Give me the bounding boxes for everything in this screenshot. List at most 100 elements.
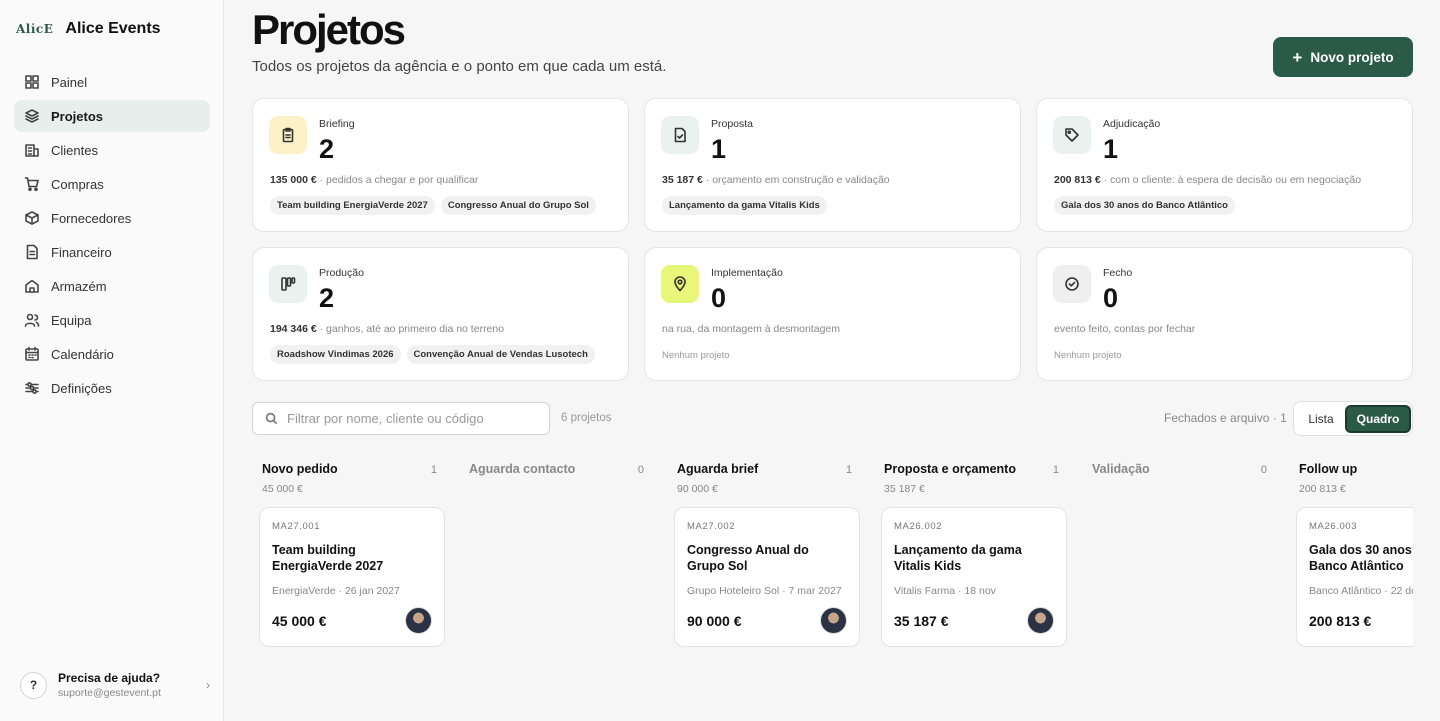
stage-tags: Team building EnergiaVerde 2027 Congress…	[270, 196, 596, 215]
column-title: Proposta e orçamento	[884, 462, 1016, 476]
column-title: Validação	[1092, 462, 1150, 476]
board-column: Proposta e orçamento 1 35 187 € MA26.002…	[874, 462, 1067, 647]
stage-description: na rua, da montagem à desmontagem	[662, 323, 841, 335]
stage-label: Fecho	[1103, 267, 1133, 279]
stage-label: Produção	[319, 267, 364, 279]
stage-tags: Lançamento da gama Vitalis Kids	[662, 196, 827, 215]
help-box[interactable]: ? Precisa de ajuda? suporte@gestevent.pt…	[20, 671, 210, 699]
stage-count: 2	[319, 283, 335, 313]
check-circle-icon	[1053, 265, 1091, 303]
document-icon	[26, 244, 38, 260]
sidebar-nav: Painel Projetos Clientes Compras Fornece…	[14, 66, 210, 406]
column-count: 1	[845, 464, 852, 476]
project-code: MA26.002	[894, 521, 943, 532]
stage-desc-text: · ganhos, até ao primeiro dia no terreno	[316, 323, 505, 335]
stage-description: evento feito, contas por fechar	[1054, 323, 1196, 335]
stage-label: Adjudicação	[1103, 118, 1161, 130]
project-card[interactable]: MA27.002 Congresso Anual do Grupo Sol Gr…	[674, 507, 860, 647]
column-header: Aguarda brief 1	[667, 462, 857, 476]
board-column: Aguarda contacto 0	[459, 462, 649, 497]
project-tag[interactable]: Congresso Anual do Grupo Sol	[440, 196, 596, 215]
help-email: suporte@gestevent.pt	[58, 687, 161, 699]
new-project-button[interactable]: + Novo projeto	[1273, 37, 1413, 77]
column-total	[1082, 483, 1272, 497]
stage-card-fecho[interactable]: Fecho 0 evento feito, contas por fechar …	[1036, 247, 1413, 381]
project-value: 200 813 €	[1309, 612, 1372, 629]
project-card[interactable]: MA27.001 Team building EnergiaVerde 2027…	[259, 507, 445, 647]
board-column: Novo pedido 1 45 000 € MA27.001 Team bui…	[252, 462, 445, 647]
sidebar-item-projetos[interactable]: Projetos	[14, 100, 210, 132]
avatar[interactable]	[405, 607, 432, 634]
page-title: Projetos	[252, 6, 406, 53]
project-count: 6 projetos	[561, 412, 612, 424]
view-board-button[interactable]: Quadro	[1345, 405, 1411, 433]
search-input[interactable]	[287, 411, 537, 426]
brand[interactable]: Ali̇cE Alice Events	[16, 20, 161, 38]
project-value: 90 000 €	[687, 612, 742, 629]
stage-count: 1	[1103, 134, 1119, 164]
project-card[interactable]: MA26.002 Lançamento da gama Vitalis Kids…	[881, 507, 1067, 647]
column-header: Follow up	[1289, 462, 1413, 476]
stage-amount: 35 187 €	[662, 174, 703, 186]
stage-amount: 200 813 €	[1054, 174, 1101, 186]
new-project-label: Novo projeto	[1310, 49, 1394, 65]
stage-description: 194 346 € · ganhos, até ao primeiro dia …	[270, 323, 504, 335]
help-icon: ?	[20, 671, 47, 699]
sidebar-item-armazem[interactable]: Armazém	[14, 270, 210, 302]
stage-card-proposta[interactable]: Proposta 1 35 187 € · orçamento em const…	[644, 98, 1021, 232]
page-subtitle: Todos os projetos da agência e o ponto e…	[252, 58, 667, 75]
avatar[interactable]	[820, 607, 847, 634]
sidebar-item-compras[interactable]: Compras	[14, 168, 210, 200]
column-header: Novo pedido 1	[252, 462, 442, 476]
project-footer: 90 000 €	[687, 607, 847, 634]
cart-icon	[24, 177, 39, 192]
project-tag[interactable]: Team building EnergiaVerde 2027	[270, 196, 435, 215]
sidebar-item-label: Painel	[51, 74, 88, 90]
project-code: MA27.001	[272, 521, 321, 532]
stage-description: 35 187 € · orçamento em construção e val…	[662, 174, 890, 186]
help-title: Precisa de ajuda?	[58, 671, 161, 685]
sidebar-item-fornecedores[interactable]: Fornecedores	[14, 202, 210, 234]
stage-count: 0	[1103, 283, 1119, 313]
stage-card-adjudicacao[interactable]: Adjudicação 1 200 813 € · com o cliente:…	[1036, 98, 1413, 232]
project-card[interactable]: MA26.003 Gala dos 30 anos do Banco Atlân…	[1296, 507, 1413, 647]
stage-empty-text: Nenhum projeto	[1054, 350, 1122, 361]
stage-card-producao[interactable]: Produção 2 194 346 € · ganhos, até ao pr…	[252, 247, 629, 381]
stage-label: Briefing	[319, 118, 355, 130]
project-meta: Vitalis Farma · 18 nov	[894, 585, 996, 597]
project-tag[interactable]: Lançamento da gama Vitalis Kids	[662, 196, 827, 215]
stage-card-implementacao[interactable]: Implementação 0 na rua, da montagem à de…	[644, 247, 1021, 381]
sidebar-item-financeiro[interactable]: Financeiro	[14, 236, 210, 268]
sidebar-item-label: Compras	[51, 176, 104, 192]
project-value: 35 187 €	[894, 612, 949, 629]
stage-count: 2	[319, 134, 335, 164]
stage-count: 0	[711, 283, 727, 313]
stage-card-briefing[interactable]: Briefing 2 135 000 € · pedidos a chegar …	[252, 98, 629, 232]
help-text: Precisa de ajuda? suporte@gestevent.pt	[58, 671, 195, 699]
project-tag[interactable]: Gala dos 30 anos do Banco Atlântico	[1054, 196, 1235, 215]
column-title: Aguarda contacto	[469, 462, 576, 476]
project-title: Lançamento da gama Vitalis Kids	[894, 543, 1022, 573]
stage-label: Proposta	[711, 118, 754, 130]
sidebar-item-label: Definições	[51, 380, 112, 396]
column-header: Validação 0	[1082, 462, 1272, 476]
stage-count: 1	[711, 134, 727, 164]
board-column: Follow up 200 813 € MA26.003 Gala dos 30…	[1289, 462, 1413, 647]
project-tag[interactable]: Convenção Anual de Vendas Lusotech	[406, 345, 595, 364]
project-footer: 45 000 €	[272, 607, 432, 634]
search-box[interactable]	[252, 402, 550, 435]
sidebar-item-clientes[interactable]: Clientes	[14, 134, 210, 166]
archive-link[interactable]: Fechados e arquivo · 1	[1164, 411, 1287, 425]
sidebar-item-calendario[interactable]: Calendário	[14, 338, 210, 370]
sidebar-item-equipa[interactable]: Equipa	[14, 304, 210, 336]
board: Novo pedido 1 45 000 € MA27.001 Team bui…	[224, 455, 1413, 721]
project-meta: EnergiaVerde · 26 jan 2027	[272, 585, 400, 597]
sidebar-item-painel[interactable]: Painel	[14, 66, 210, 98]
plus-icon: +	[1292, 47, 1303, 67]
project-code: MA27.002	[687, 521, 736, 532]
stage-label: Implementação	[711, 267, 783, 279]
view-list-button[interactable]: Lista	[1300, 406, 1342, 431]
avatar[interactable]	[1027, 607, 1054, 634]
project-tag[interactable]: Roadshow Vindimas 2026	[270, 345, 401, 364]
sidebar-item-definicoes[interactable]: Definições	[14, 372, 210, 404]
